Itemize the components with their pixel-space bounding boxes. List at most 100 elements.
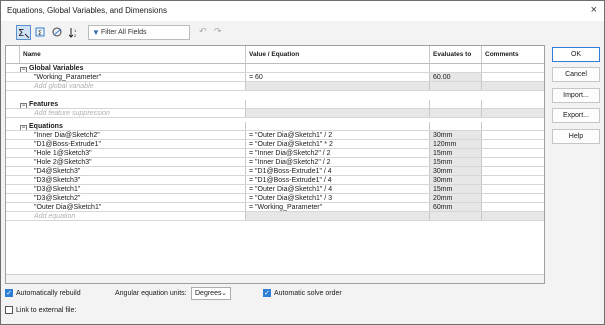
link-external-checkbox[interactable] — [5, 306, 13, 314]
equation-view-button[interactable]: Σ — [16, 25, 31, 40]
row-name[interactable]: "Outer Dia@Sketch1" — [6, 203, 246, 211]
collapse-icon[interactable]: − — [20, 103, 27, 108]
collapse-icon[interactable]: − — [20, 67, 27, 72]
table-row[interactable]: "Outer Dia@Sketch1" = "Working_Parameter"… — [6, 203, 544, 212]
svg-text:Σ: Σ — [18, 28, 24, 38]
header-value[interactable]: Value / Equation — [246, 46, 430, 63]
sigma-filter-icon: Σ — [18, 28, 29, 38]
row-value[interactable]: = "D1@Boss-Extrude1" / 4 — [246, 167, 430, 175]
sketch-view-icon: Σ — [35, 27, 45, 37]
row-comments[interactable] — [482, 176, 544, 184]
row-value[interactable]: = "Outer Dia@Sketch1" / 3 — [246, 194, 430, 202]
auto-solve-label: Automatic solve order — [274, 290, 342, 297]
row-name[interactable]: "D3@Sketch3" — [6, 176, 246, 184]
row-evaluates: 60.00 — [430, 73, 482, 81]
row-comments[interactable] — [482, 140, 544, 148]
row-evaluates: 15mm — [430, 158, 482, 166]
row-name[interactable]: "Working_Parameter" — [6, 73, 246, 81]
help-button[interactable]: Help — [552, 129, 600, 144]
row-name[interactable]: "Hole 1@Sketch3" — [6, 149, 246, 157]
auto-rebuild-checkbox[interactable]: ✓ — [5, 289, 13, 297]
row-name[interactable]: "Hole 2@Sketch3" — [6, 158, 246, 166]
row-comments[interactable] — [482, 131, 544, 139]
table-row[interactable]: "Inner Dia@Sketch2" = "Outer Dia@Sketch1"… — [6, 131, 544, 140]
row-value[interactable]: = "Outer Dia@Sketch1" * 2 — [246, 140, 430, 148]
link-external-label: Link to external file: — [16, 307, 77, 314]
header-name[interactable]: Name — [20, 46, 246, 63]
add-feature-suppression-row[interactable]: Add feature suppression — [6, 109, 544, 118]
row-comments[interactable] — [482, 73, 544, 81]
row-comments[interactable] — [482, 194, 544, 202]
row-value[interactable]: = "Outer Dia@Sketch1" / 2 — [246, 131, 430, 139]
header-comments[interactable]: Comments — [482, 46, 544, 63]
cancel-button[interactable]: Cancel — [552, 67, 600, 82]
row-value[interactable]: = "D1@Boss-Extrude1" / 4 — [246, 176, 430, 184]
table-row[interactable]: "Working_Parameter" = 60 60.00 — [6, 73, 544, 82]
row-comments[interactable] — [482, 158, 544, 166]
row-evaluates: 30mm — [430, 176, 482, 184]
auto-solve-checkbox[interactable]: ✓ — [263, 289, 271, 297]
title-bar: Equations, Global Variables, and Dimensi… — [1, 1, 604, 21]
close-icon[interactable]: × — [591, 4, 597, 16]
add-global-variable-placeholder[interactable]: Add global variable — [6, 82, 246, 90]
add-global-variable-row[interactable]: Add global variable — [6, 82, 544, 91]
row-name[interactable]: "D3@Sketch2" — [6, 194, 246, 202]
row-value[interactable]: = 60 — [246, 73, 430, 81]
ok-button[interactable]: OK — [552, 47, 600, 62]
table-row[interactable]: "Hole 2@Sketch3" = "Inner Dia@Sketch2" / … — [6, 158, 544, 167]
auto-rebuild-label: Automatically rebuild — [16, 290, 81, 297]
row-evaluates: 60mm — [430, 203, 482, 211]
angular-units-select[interactable]: Degrees ⌄ — [191, 287, 231, 300]
table-row[interactable]: "D1@Boss-Extrude1" = "Outer Dia@Sketch1" … — [6, 140, 544, 149]
filter-field[interactable]: ▼ Filter All Fields — [88, 25, 190, 40]
redo-icon[interactable]: ↷ — [214, 26, 222, 37]
svg-text:2: 2 — [74, 33, 77, 38]
group-features[interactable]: − Features — [6, 100, 544, 109]
row-value[interactable]: = "Inner Dia@Sketch2" / 2 — [246, 149, 430, 157]
toolbar: Σ Σ 12 ▼ Filter All Fields ↶ ↷ — [1, 21, 604, 43]
filter-icon: ▼ — [92, 28, 100, 37]
table-row[interactable]: "Hole 1@Sketch3" = "Inner Dia@Sketch2" / … — [6, 149, 544, 158]
dimension-view-icon — [52, 27, 62, 37]
table-row[interactable]: "D4@Sketch3" = "D1@Boss-Extrude1" / 4 30mm — [6, 167, 544, 176]
row-comments[interactable] — [482, 167, 544, 175]
options-panel: ✓ Automatically rebuild Angular equation… — [1, 285, 604, 325]
import-button[interactable]: Import... — [552, 88, 600, 103]
row-evaluates: 30mm — [430, 167, 482, 175]
row-comments[interactable] — [482, 149, 544, 157]
dialog-title: Equations, Global Variables, and Dimensi… — [7, 6, 167, 15]
row-comments[interactable] — [482, 185, 544, 193]
ordered-view-button[interactable]: 12 — [67, 25, 82, 40]
table-row[interactable]: "D3@Sketch2" = "Outer Dia@Sketch1" / 3 20m… — [6, 194, 544, 203]
row-value[interactable]: = "Outer Dia@Sketch1" / 4 — [246, 185, 430, 193]
group-equations[interactable]: − Equations — [6, 122, 544, 131]
table-row[interactable]: "D3@Sketch3" = "D1@Boss-Extrude1" / 4 30mm — [6, 176, 544, 185]
export-button[interactable]: Export... — [552, 108, 600, 123]
row-comments[interactable] — [482, 203, 544, 211]
group-label: Features — [29, 101, 59, 108]
add-feature-suppression-placeholder[interactable]: Add feature suppression — [6, 109, 246, 117]
row-name[interactable]: "D3@Sketch1" — [6, 185, 246, 193]
horizontal-scrollbar[interactable] — [6, 274, 544, 283]
row-evaluates: 15mm — [430, 149, 482, 157]
add-equation-placeholder[interactable]: Add equation — [6, 212, 246, 220]
sketch-equation-view-button[interactable]: Σ — [33, 25, 48, 40]
row-evaluates: 15mm — [430, 185, 482, 193]
collapse-icon[interactable]: − — [20, 125, 27, 130]
undo-icon[interactable]: ↶ — [199, 26, 207, 37]
header-toggle-column — [6, 46, 20, 63]
row-name[interactable]: "D1@Boss-Extrude1" — [6, 140, 246, 148]
table-row[interactable]: "D3@Sketch1" = "Outer Dia@Sketch1" / 4 15m… — [6, 185, 544, 194]
dimension-view-button[interactable] — [50, 25, 65, 40]
group-global-variables[interactable]: − Global Variables — [6, 64, 544, 73]
table-header: Name Value / Equation Evaluates to Comme… — [6, 46, 544, 64]
header-evaluates[interactable]: Evaluates to — [430, 46, 482, 63]
row-value[interactable]: = "Working_Parameter" — [246, 203, 430, 211]
add-equation-row[interactable]: Add equation — [6, 212, 544, 221]
equations-table: Name Value / Equation Evaluates to Comme… — [5, 45, 545, 284]
row-name[interactable]: "Inner Dia@Sketch2" — [6, 131, 246, 139]
row-name[interactable]: "D4@Sketch3" — [6, 167, 246, 175]
filter-placeholder: Filter All Fields — [101, 29, 147, 36]
row-value[interactable]: = "Inner Dia@Sketch2" / 2 — [246, 158, 430, 166]
chevron-down-icon: ⌄ — [221, 290, 227, 297]
